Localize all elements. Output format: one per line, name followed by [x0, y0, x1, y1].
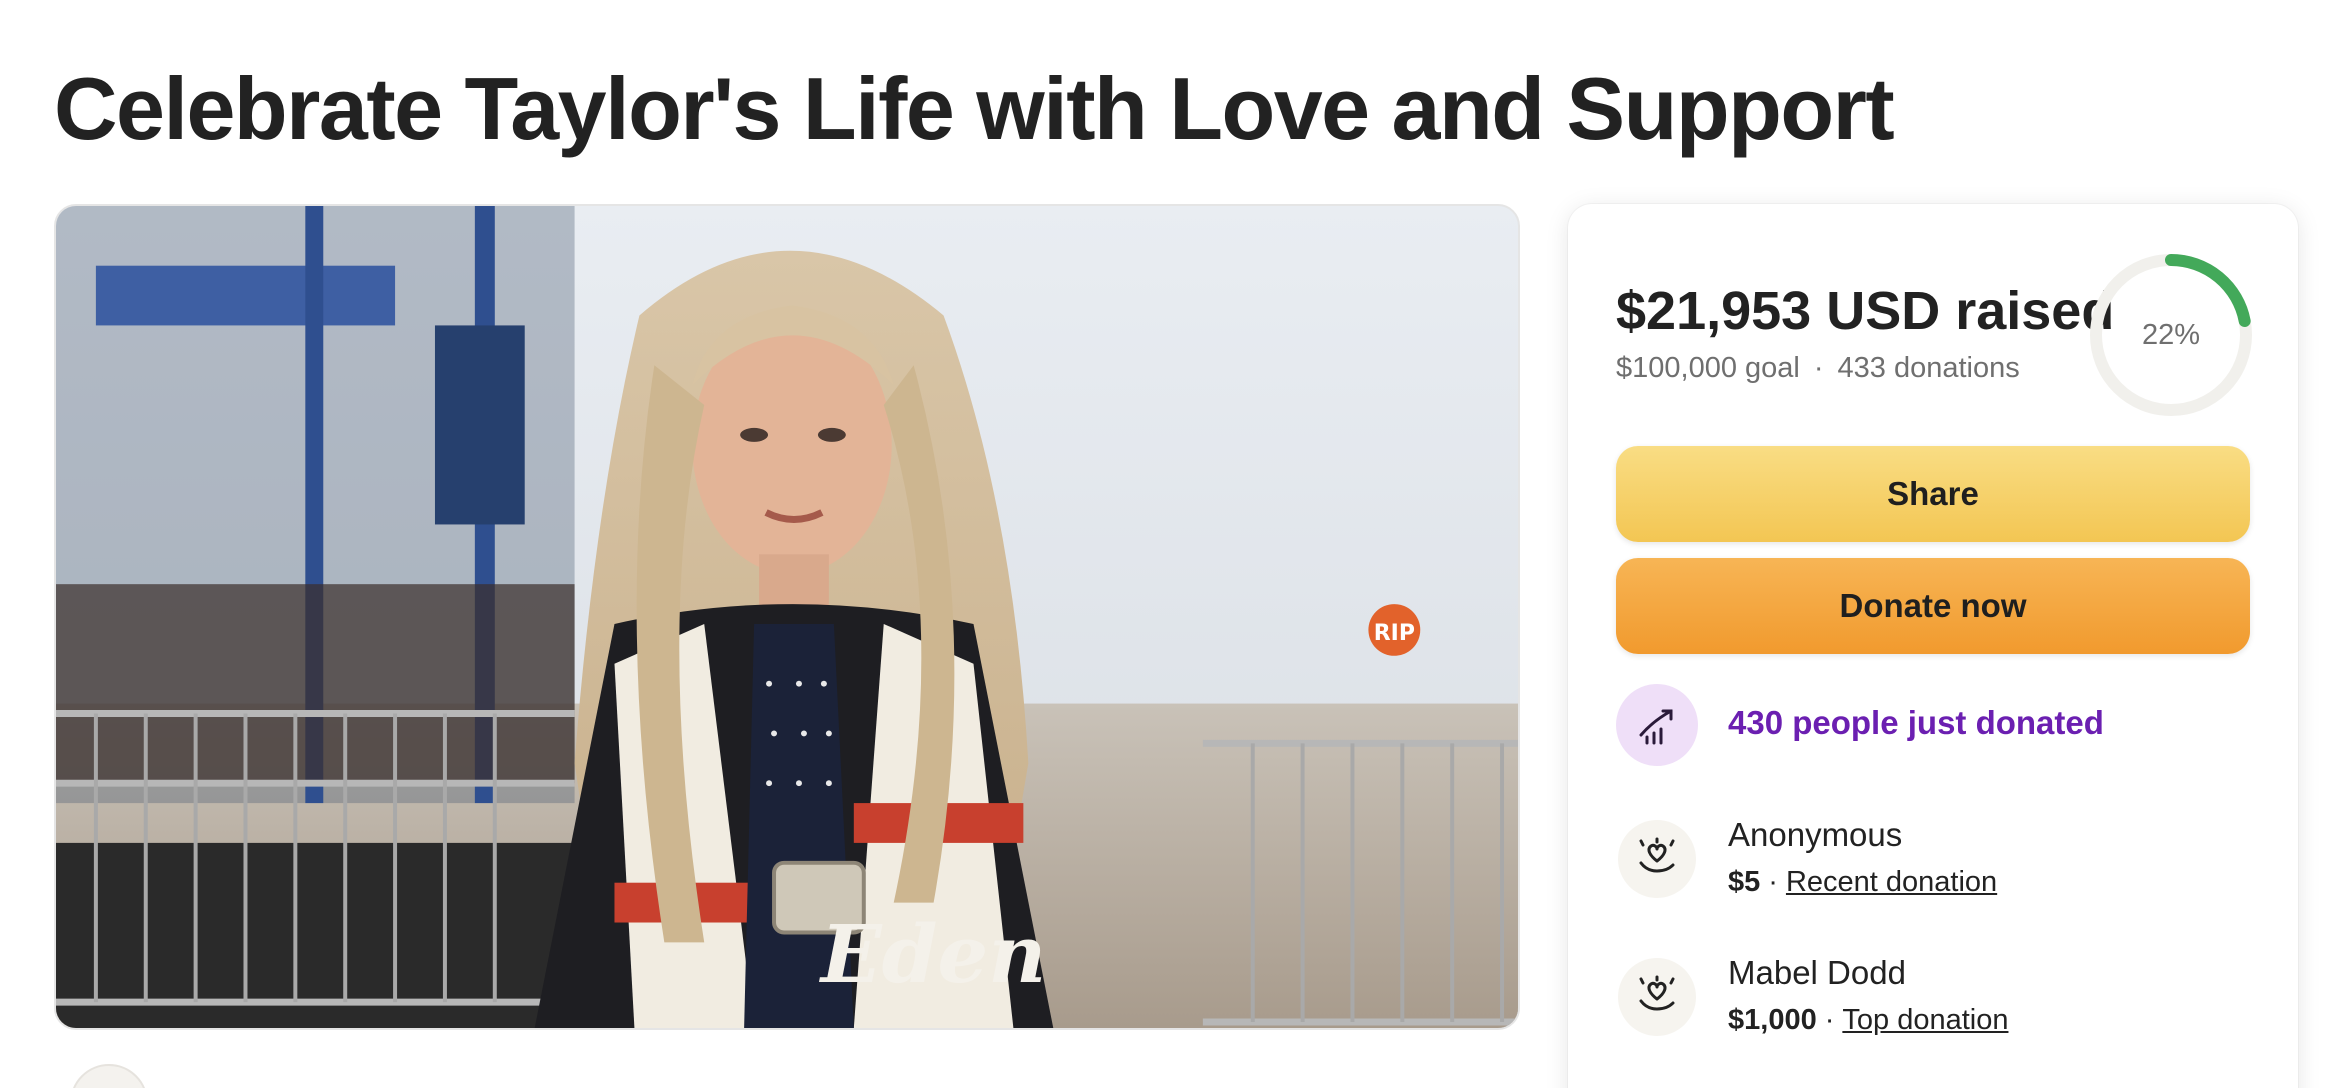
jacket-lettering: Eden — [819, 907, 1046, 1001]
donate-now-button[interactable]: Donate now — [1616, 558, 2250, 654]
recent-donations-text: 430 people just donated — [1728, 704, 2104, 741]
separator: · — [1768, 866, 1778, 898]
amount-raised: $21,953 USD raised — [1616, 281, 2115, 341]
donor-amount: $1,000 — [1728, 1004, 1817, 1036]
progress-percent: 22% — [2141, 318, 2201, 351]
donor-name: Anonymous — [1728, 816, 1903, 853]
heart-hand-icon — [1618, 958, 1696, 1036]
separator: · — [1824, 1004, 1835, 1036]
donation-card: $21,953 USD raised $100,000 goal · 433 don… — [1568, 204, 2298, 1088]
separator: · — [1813, 352, 1824, 384]
donor-meta: $5 · Recent donation — [1728, 866, 1997, 899]
heart-hand-icon — [1618, 820, 1696, 898]
donation-count: 433 donations — [1837, 352, 2020, 384]
share-button[interactable]: Share — [1616, 446, 2250, 542]
donor-item: Anonymous $5 · Recent donation — [1616, 816, 2250, 916]
page-title: Celebrate Taylor's Life with Love and Su… — [54, 59, 1895, 158]
goal-amount: $100,000 goal — [1616, 352, 1800, 384]
donor-amount: $5 — [1728, 866, 1761, 898]
organizer-avatar[interactable] — [70, 1064, 148, 1088]
trend-up-icon — [1616, 684, 1698, 766]
top-donation-link[interactable]: Top donation — [1842, 1004, 2008, 1036]
recent-activity[interactable]: 430 people just donated — [1616, 684, 2250, 768]
campaign-photo[interactable]: RIP Eden — [54, 204, 1520, 1030]
donor-meta: $1,000 · Top donation — [1728, 1004, 2008, 1037]
photo-illustration: RIP Eden — [56, 206, 1518, 1028]
donor-name: Mabel Dodd — [1728, 954, 1906, 991]
rip-sign: RIP — [1374, 621, 1415, 646]
donor-item: Mabel Dodd $1,000 · Top donation — [1616, 954, 2250, 1054]
recent-donation-link[interactable]: Recent donation — [1786, 866, 1997, 898]
goal-summary: $100,000 goal · 433 donations — [1616, 352, 2020, 385]
